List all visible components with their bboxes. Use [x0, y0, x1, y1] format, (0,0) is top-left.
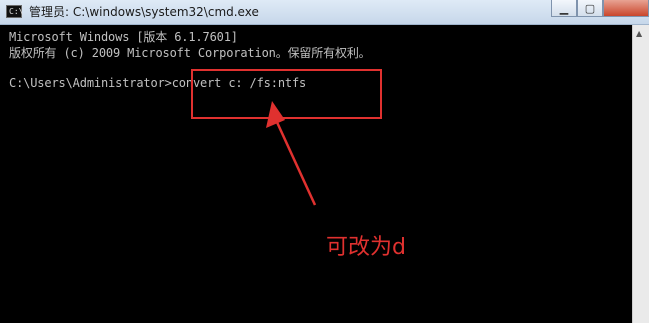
annotation-label: 可改为d — [326, 235, 406, 260]
annotation-arrow-icon — [266, 101, 317, 206]
cmd-window: C:\ 管理员: C:\windows\system32\cmd.exe ▁ ▢… — [0, 0, 649, 323]
